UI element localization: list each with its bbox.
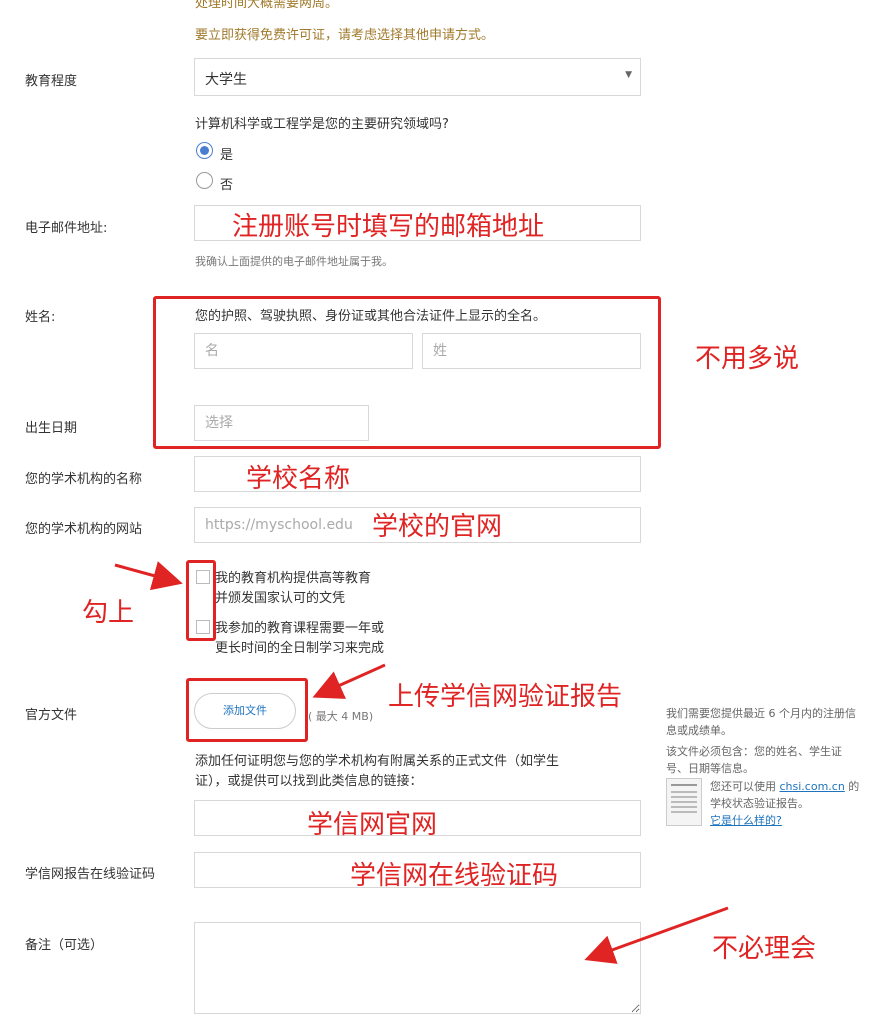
annotation-arrows <box>114 561 729 964</box>
arrow-to-checkboxes <box>114 561 183 591</box>
arrow-to-add-file <box>312 663 386 699</box>
arrow-to-notes <box>584 906 729 964</box>
